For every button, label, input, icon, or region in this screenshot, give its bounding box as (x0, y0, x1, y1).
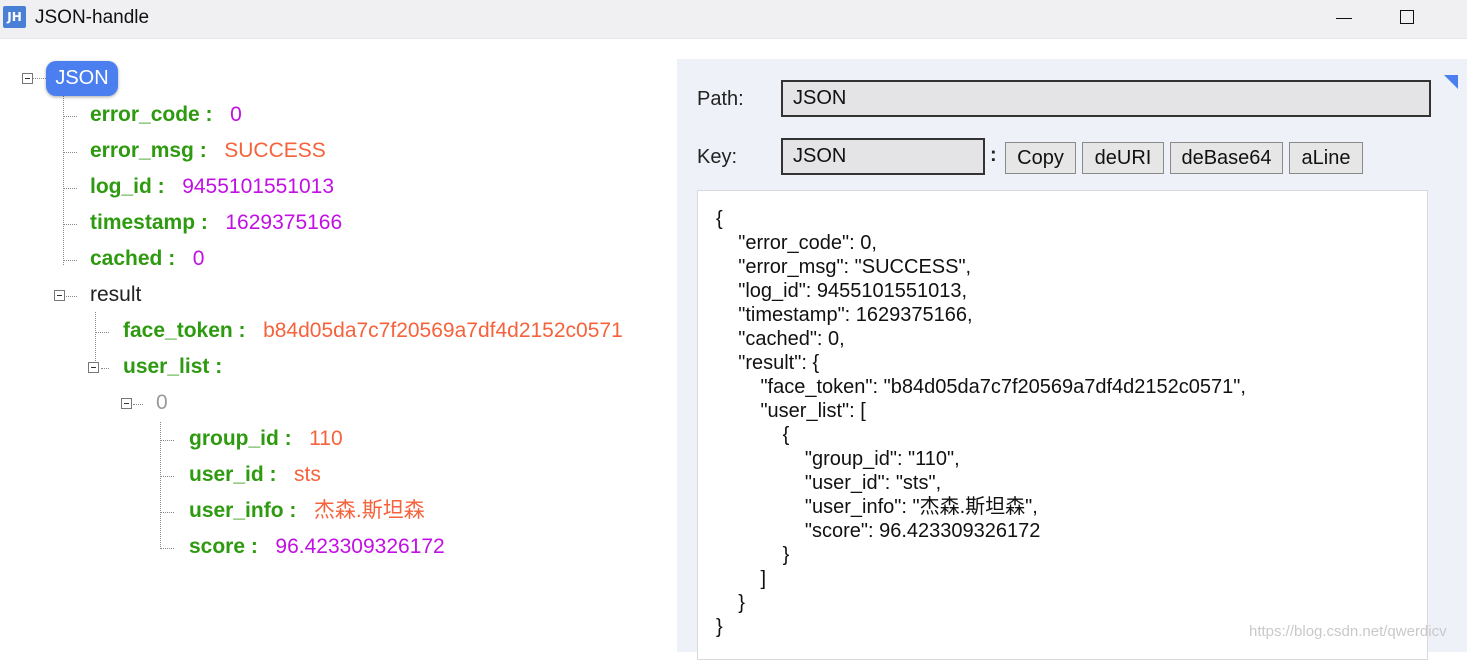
copy-button[interactable]: Copy (1005, 142, 1076, 174)
deuri-button[interactable]: deURI (1082, 142, 1164, 174)
corner-triangle-icon[interactable] (1444, 75, 1458, 89)
maximize-button[interactable] (1386, 0, 1432, 36)
node-separator: : (193, 139, 207, 162)
tree-node-score[interactable]: score : 96.423309326172 (189, 534, 445, 560)
tree-guide-line (160, 440, 174, 441)
json-text: { "error_code": 0, "error_msg": "SUCCESS… (716, 208, 1246, 638)
tree-node-user-list[interactable]: user_list : (123, 354, 222, 380)
aline-button[interactable]: aLine (1289, 142, 1363, 174)
tree-guide-line (63, 116, 77, 117)
tree-guide-line (160, 422, 161, 549)
key-label: Key: (697, 146, 738, 168)
node-value: 110 (309, 427, 343, 450)
node-value: b84d05da7c7f20569a7df4d2152c0571 (263, 319, 623, 342)
tree-root-node[interactable]: JSON (46, 61, 118, 96)
node-separator: : (283, 499, 297, 522)
json-text-area[interactable]: { "error_code": 0, "error_msg": "SUCCESS… (697, 190, 1428, 660)
tree-guide-line (95, 332, 109, 333)
node-value: 0 (230, 103, 242, 126)
node-separator: : (199, 103, 213, 126)
node-key: user_info (189, 499, 284, 522)
collapse-item-toggle[interactable] (121, 398, 132, 409)
debase64-button[interactable]: deBase64 (1170, 142, 1283, 174)
tree-guide-line (63, 188, 77, 189)
tree-node-timestamp[interactable]: timestamp : 1629375166 (90, 210, 342, 236)
key-colon: : (990, 144, 997, 166)
node-separator: : (162, 247, 176, 270)
detail-panel: Path: JSON Key: JSON : Copy deURI deBase… (677, 59, 1467, 660)
tree-node-error-msg[interactable]: error_msg : SUCCESS (90, 138, 326, 164)
node-key: cached (90, 247, 163, 270)
watermark: https://blog.csdn.net/qwerdicv (1249, 623, 1447, 640)
tree-guide-line (63, 224, 77, 225)
tree-guide-line (95, 312, 96, 369)
tree-node-log-id[interactable]: log_id : 9455101551013 (90, 174, 334, 200)
node-key: log_id (90, 175, 152, 198)
node-value: SUCCESS (224, 139, 326, 162)
tree-node-index[interactable]: 0 (156, 390, 168, 416)
node-separator: : (232, 319, 246, 342)
node-value: 0 (192, 247, 205, 270)
maximize-icon (1400, 10, 1414, 24)
node-key: score (189, 535, 246, 558)
path-label: Path: (697, 88, 744, 110)
node-value: sts (294, 463, 321, 486)
minimize-icon (1336, 18, 1352, 19)
tree-node-cached[interactable]: cached : 0 (90, 246, 204, 272)
node-value: 1629375166 (225, 211, 343, 234)
collapse-result-toggle[interactable] (54, 290, 65, 301)
tree-guide-line (160, 512, 174, 513)
tree-guide-line (66, 296, 77, 297)
node-key: group_id (189, 427, 279, 450)
tree-node-face-token[interactable]: face_token : b84d05da7c7f20569a7df4d2152… (123, 318, 623, 344)
key-field[interactable]: JSON (781, 138, 985, 175)
tree-guide-line (160, 548, 174, 549)
tree-guide-line (160, 476, 174, 477)
tree-node-user-info[interactable]: user_info : 杰森.斯坦森 (189, 498, 425, 524)
title-bar: JH JSON-handle (0, 0, 1467, 39)
tree-node-group-id[interactable]: group_id : 110 (189, 426, 343, 452)
node-key: error_msg (90, 139, 194, 162)
path-field[interactable]: JSON (781, 80, 1431, 117)
node-value: 96.423309326172 (275, 535, 445, 558)
node-key: error_code (90, 103, 200, 126)
window-title: JSON-handle (35, 7, 150, 28)
tree-node-result[interactable]: result (90, 282, 141, 308)
json-tree-view: JSON error_code : 0 error_msg : SUCCESS … (0, 39, 676, 652)
node-separator: : (278, 427, 292, 450)
node-value: 9455101551013 (182, 175, 335, 198)
collapse-root-toggle[interactable] (22, 73, 33, 84)
node-key: timestamp (90, 211, 196, 234)
minimize-button[interactable] (1322, 0, 1368, 36)
node-separator: : (245, 535, 258, 558)
node-separator: : (263, 463, 277, 486)
node-separator: : (195, 211, 208, 234)
tree-guide-line (101, 368, 109, 369)
app-logo-icon: JH (3, 6, 26, 28)
tree-guide-line (63, 260, 77, 261)
node-key: face_token (123, 319, 233, 342)
tree-guide-line (133, 404, 143, 405)
node-key: user_id (189, 463, 264, 486)
tree-node-error-code[interactable]: error_code : 0 (90, 102, 242, 128)
tree-guide-line (63, 152, 77, 153)
tree-node-user-id[interactable]: user_id : sts (189, 462, 321, 488)
node-separator: : (151, 175, 165, 198)
tree-guide-line (63, 94, 64, 265)
collapse-user-list-toggle[interactable] (88, 362, 99, 373)
node-value: 杰森.斯坦森 (313, 499, 425, 522)
